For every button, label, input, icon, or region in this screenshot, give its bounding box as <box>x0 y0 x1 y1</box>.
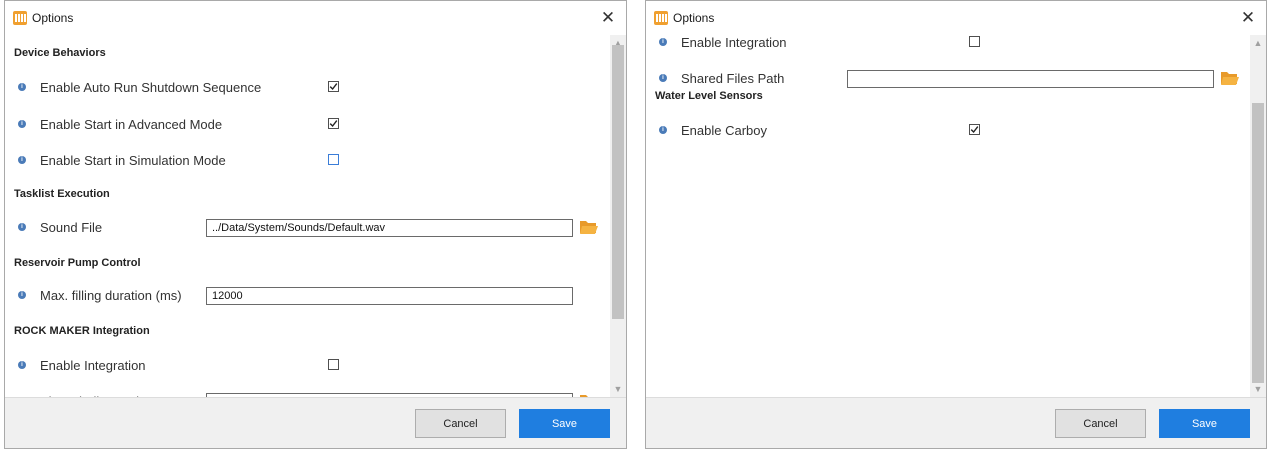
option-row: i Enable Start in Advanced Mode <box>5 114 611 136</box>
section-title: Reservoir Pump Control <box>14 257 141 269</box>
section-title: Tasklist Execution <box>14 188 110 200</box>
options-viewport: Device Behaviors i Enable Auto Run Shutdow… <box>5 35 611 397</box>
option-label: Enable Integration <box>40 358 146 373</box>
options-window-left: Options ✕ Device Behaviors i Enable Auto Run… <box>4 0 627 449</box>
close-icon[interactable]: ✕ <box>596 7 620 29</box>
option-checkbox[interactable] <box>328 118 339 129</box>
scroll-up-icon[interactable]: ▲ <box>1250 35 1266 51</box>
option-label: Sound File <box>40 220 103 235</box>
title-bar: Options ✕ <box>646 1 1266 35</box>
section-title: ROCK MAKER Integration <box>14 325 150 337</box>
info-icon[interactable]: i <box>18 83 26 91</box>
save-button[interactable]: Save <box>519 409 610 438</box>
duration-input[interactable] <box>206 287 573 305</box>
option-checkbox[interactable] <box>328 359 339 370</box>
option-label: Shared Files Path <box>681 71 785 86</box>
section-title: Device Behaviors <box>14 47 106 59</box>
info-icon[interactable]: i <box>18 291 26 299</box>
scroll-down-icon[interactable]: ▼ <box>1250 381 1266 397</box>
close-icon[interactable]: ✕ <box>1236 7 1260 29</box>
cancel-button[interactable]: Cancel <box>415 409 506 438</box>
app-icon <box>654 11 668 25</box>
option-row: i Sound File <box>5 217 611 239</box>
scrollbar-thumb[interactable] <box>612 45 624 319</box>
folder-open-icon[interactable] <box>579 218 598 236</box>
folder-open-icon[interactable] <box>1220 69 1239 87</box>
option-row: i Enable Integration <box>646 35 1251 54</box>
option-label: Enable Start in Simulation Mode <box>40 153 226 168</box>
info-icon[interactable]: i <box>18 156 26 164</box>
scroll-down-icon[interactable]: ▼ <box>610 381 626 397</box>
option-checkbox[interactable] <box>969 124 980 135</box>
option-label: Enable Start in Advanced Mode <box>40 117 223 132</box>
info-icon[interactable]: i <box>18 120 26 128</box>
vertical-scrollbar[interactable]: ▲ ▼ <box>1250 35 1266 397</box>
option-row: i Shared Files Path <box>646 68 1251 90</box>
options-viewport: Device BehaviorsiEnable Auto Run Shutdow… <box>646 35 1251 397</box>
option-label: Max. filling duration (ms) <box>40 288 182 303</box>
option-checkbox[interactable] <box>328 154 339 165</box>
info-icon[interactable]: i <box>659 38 667 46</box>
option-row: i Enable Auto Run Shutdown Sequence <box>5 77 611 99</box>
info-icon[interactable]: i <box>18 223 26 231</box>
scrollbar-thumb[interactable] <box>1252 103 1264 383</box>
app-icon <box>13 11 27 25</box>
info-icon[interactable]: i <box>18 361 26 369</box>
cancel-button[interactable]: Cancel <box>1055 409 1146 438</box>
window-title: Options <box>32 11 74 25</box>
title-bar: Options ✕ <box>5 1 626 35</box>
option-checkbox[interactable] <box>328 81 339 92</box>
option-row: i Enable Carboy <box>646 120 1251 142</box>
option-row: i Enable Start in Simulation Mode <box>5 150 611 172</box>
dialog-footer: Cancel Save <box>5 397 626 448</box>
option-label: Enable Auto Run Shutdown Sequence <box>40 80 262 95</box>
save-button[interactable]: Save <box>1159 409 1250 438</box>
path-input[interactable] <box>206 219 573 237</box>
option-label: Enable Integration <box>681 35 787 50</box>
path-input[interactable] <box>847 70 1214 88</box>
info-icon[interactable]: i <box>659 126 667 134</box>
option-row: i Enable Integration <box>5 355 611 377</box>
section-title: Water Level Sensors <box>655 90 763 102</box>
window-title: Options <box>673 11 715 25</box>
vertical-scrollbar[interactable]: ▲ ▼ <box>610 35 626 397</box>
dialog-footer: Cancel Save <box>646 397 1266 448</box>
option-label: Enable Carboy <box>681 123 767 138</box>
option-row: i Max. filling duration (ms) <box>5 285 611 307</box>
options-window-right: Options ✕ Device BehaviorsiEnable Auto Run… <box>645 0 1267 449</box>
info-icon[interactable]: i <box>659 74 667 82</box>
option-checkbox[interactable] <box>969 36 980 47</box>
